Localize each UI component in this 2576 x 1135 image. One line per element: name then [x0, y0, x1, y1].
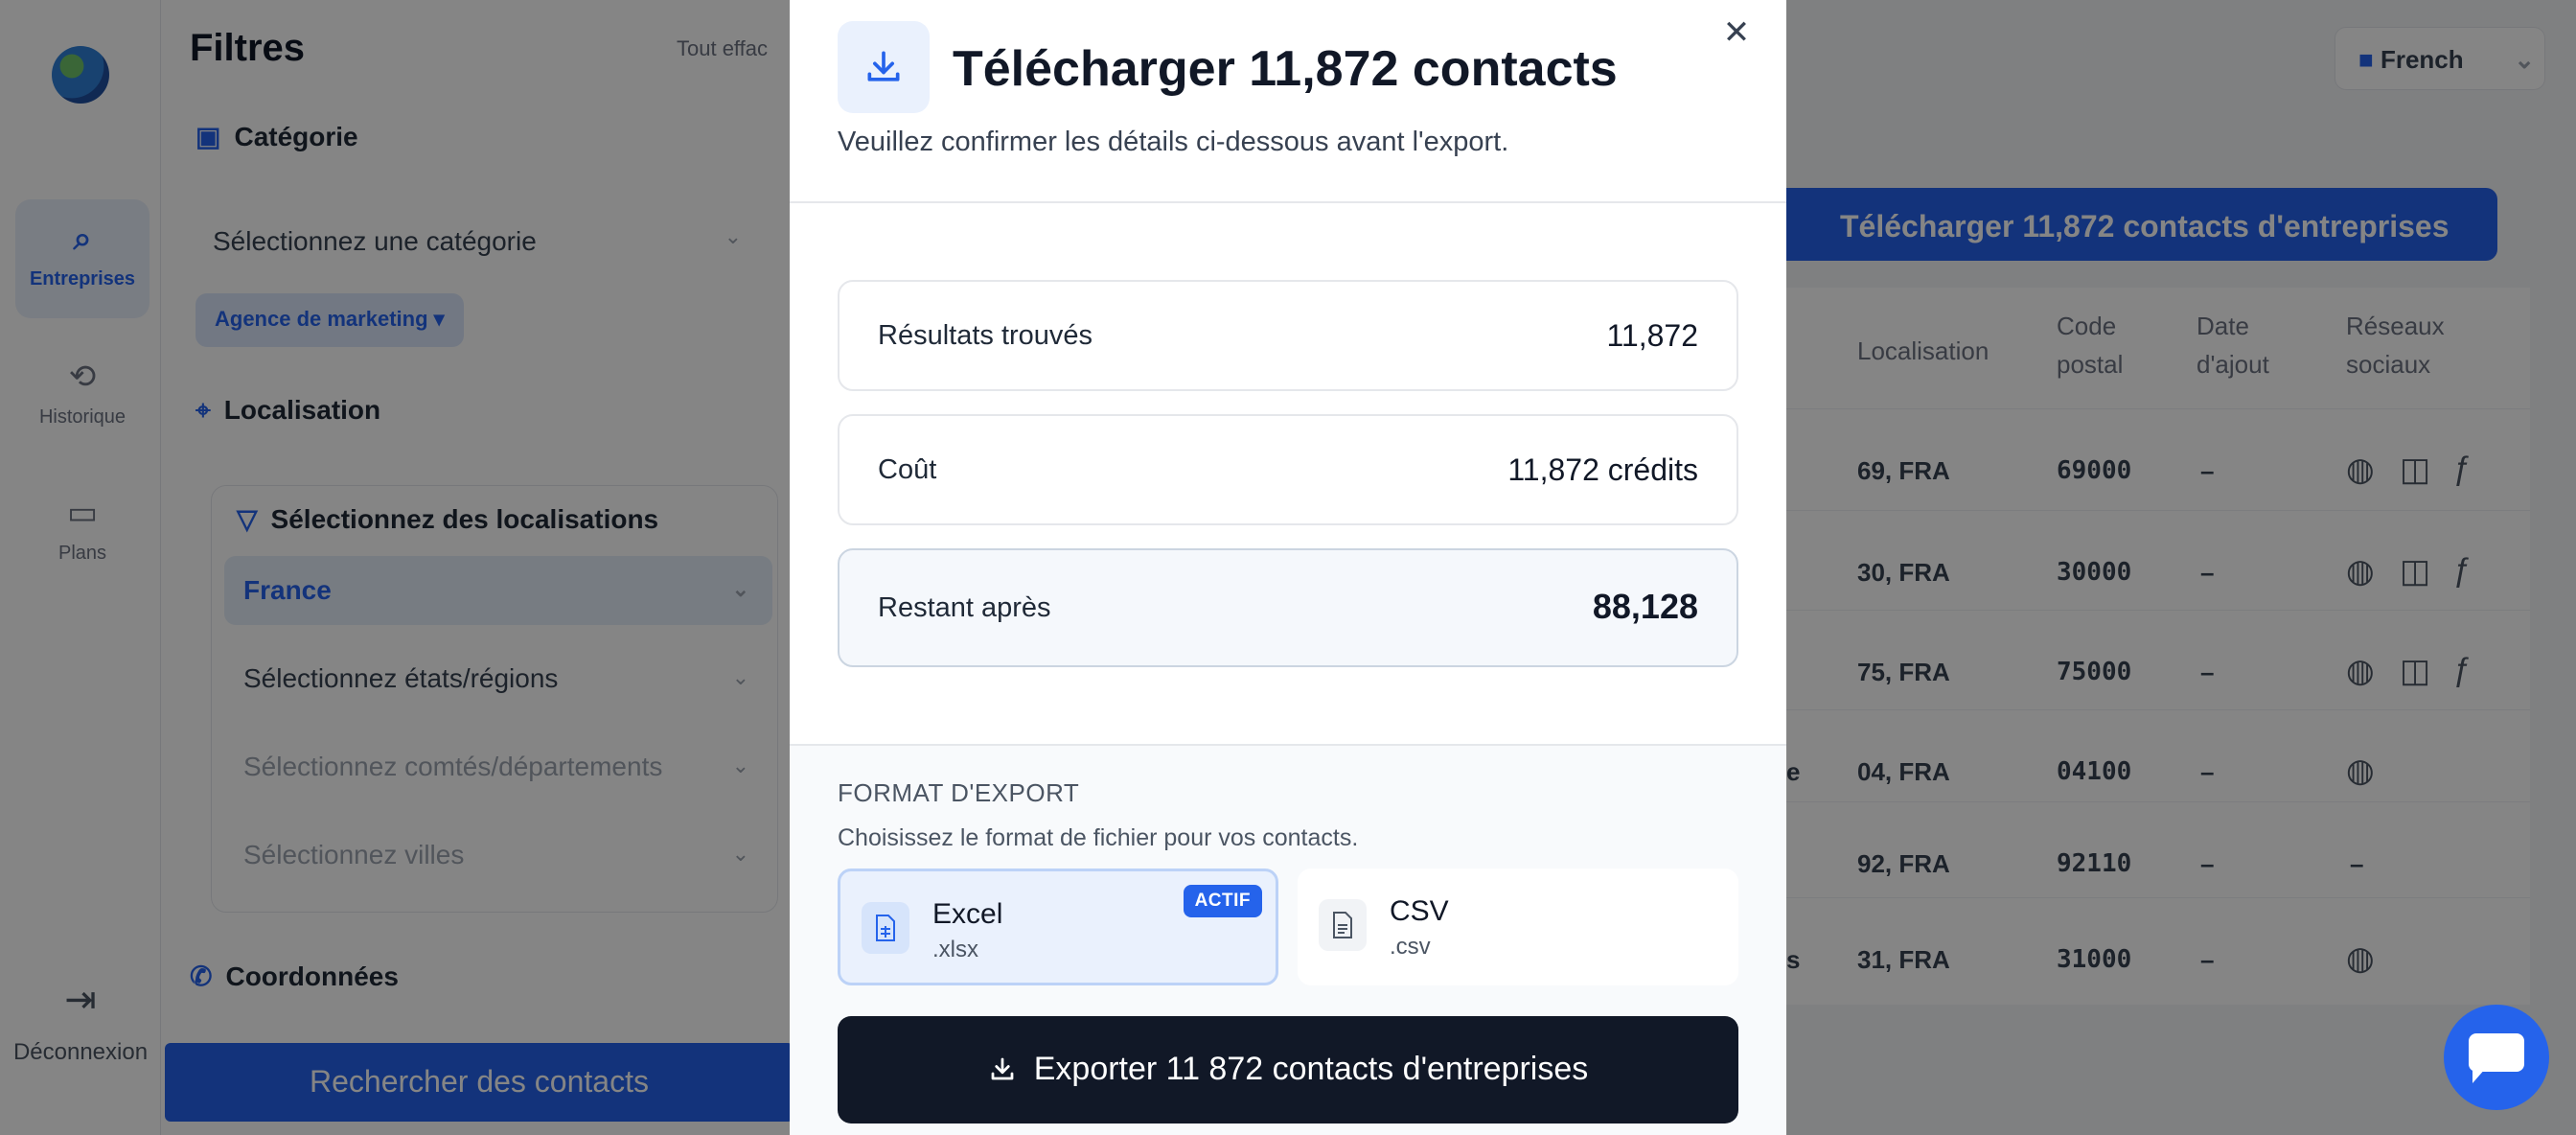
- modal-title: Télécharger 11,872 contacts: [953, 41, 1618, 97]
- export-button-label: Exporter 11 872 contacts d'entreprises: [1033, 1051, 1589, 1087]
- modal-subtitle: Veuillez confirmer les détails ci-dessou…: [838, 127, 1509, 157]
- active-badge: ACTIF: [1183, 885, 1262, 917]
- stat-remaining: Restant après 88,128: [838, 548, 1738, 667]
- format-name: CSV: [1390, 895, 1449, 927]
- close-icon[interactable]: ✕: [1715, 12, 1758, 54]
- stat-label: Coût: [878, 454, 937, 485]
- modal-header: Télécharger 11,872 contacts Veuillez con…: [790, 0, 1786, 203]
- stat-value: 88,128: [1592, 587, 1698, 626]
- chat-widget-button[interactable]: [2444, 1005, 2549, 1110]
- format-option-excel[interactable]: Excel .xlsx ACTIF: [838, 869, 1278, 985]
- chat-bubble-icon: [2469, 1033, 2524, 1072]
- export-format-section: FORMAT D'EXPORT Choisissez le format de …: [790, 744, 1786, 1135]
- stat-results-found: Résultats trouvés 11,872: [838, 280, 1738, 391]
- format-extension: .xlsx: [932, 937, 978, 962]
- format-title: FORMAT D'EXPORT: [838, 778, 1080, 807]
- format-name: Excel: [932, 898, 1003, 930]
- stat-value: 11,872: [1606, 318, 1699, 353]
- spreadsheet-file-icon: [862, 902, 909, 954]
- stat-value: 11,872 crédits: [1507, 452, 1698, 487]
- export-modal: Télécharger 11,872 contacts Veuillez con…: [790, 0, 1786, 1135]
- download-icon: [991, 1057, 1014, 1080]
- file-text-icon: [1319, 899, 1367, 951]
- stat-cost: Coût 11,872 crédits: [838, 414, 1738, 525]
- export-button[interactable]: Exporter 11 872 contacts d'entreprises: [838, 1016, 1738, 1123]
- format-option-csv[interactable]: CSV .csv: [1298, 869, 1738, 985]
- format-subtitle: Choisissez le format de fichier pour vos…: [838, 824, 1359, 851]
- download-icon: [838, 21, 930, 113]
- stat-label: Restant après: [878, 592, 1051, 623]
- stat-label: Résultats trouvés: [878, 320, 1093, 351]
- format-extension: .csv: [1390, 934, 1431, 960]
